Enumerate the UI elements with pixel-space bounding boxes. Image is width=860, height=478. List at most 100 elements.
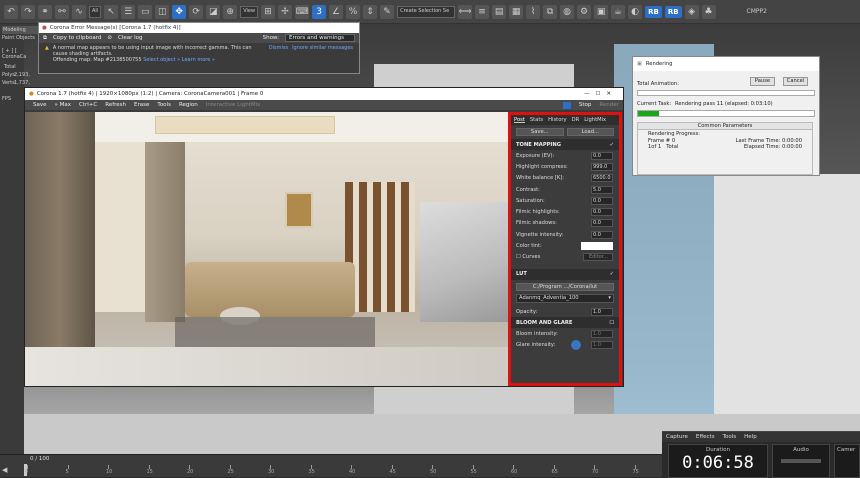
align-icon[interactable]: ≡ [475,4,490,19]
tab-dr[interactable]: DR [572,117,580,123]
learn-more-link[interactable]: Learn more » [182,57,215,63]
show-filter-select[interactable]: Errors and warnings [285,34,355,42]
timeline-left-arrow-icon[interactable]: ◀ [2,466,7,474]
tab-paint-objects[interactable]: Paint Objects [2,35,42,41]
rotate-icon[interactable]: ⟳ [189,4,204,19]
vfb-max-button[interactable]: » Max [55,102,71,108]
bloom-intensity-input[interactable]: 1.0 [591,329,613,338]
tab-lightmix[interactable]: LightMix [584,117,606,123]
render-frame-icon[interactable]: ▣ [594,4,609,19]
unlink-icon[interactable]: ⚯ [55,4,69,19]
vignette-input[interactable]: 0.0 [591,230,613,239]
render-production-icon[interactable]: ◐ [628,4,643,19]
keyboard-shortcut-icon[interactable]: ⌨ [295,4,310,19]
vfb-interactive-lightmix[interactable]: Interactive LightMix [206,102,261,108]
angle-snap-icon[interactable]: ∠ [329,4,344,19]
vfb-tools-button[interactable]: Tools [157,102,171,108]
tab-history[interactable]: History [548,117,566,123]
render-setup-icon[interactable]: ⚙ [577,4,592,19]
select-name-icon[interactable]: ☰ [121,4,136,19]
menu-tools[interactable]: Tools [723,434,737,440]
place-icon[interactable]: ⊕ [223,4,238,19]
link-icon[interactable]: ⚭ [38,4,52,19]
named-selection-select[interactable]: Create Selection Se [397,5,456,18]
filmic-highlights-input[interactable]: 0.0 [591,208,613,217]
lut-file-select[interactable]: Adanmq_Adventia_100 [519,295,579,302]
material-editor-icon[interactable]: ◍ [560,4,575,19]
color-tint-swatch[interactable] [581,242,613,251]
tone-mapping-checkbox-icon[interactable]: ✓ [610,142,614,148]
percent-snap-icon[interactable]: % [346,4,361,19]
clear-log-button[interactable]: Clear log [118,35,143,41]
layers-icon[interactable]: ▤ [492,4,507,19]
exposure-input[interactable]: 0.0 [591,151,613,160]
manipulate-icon[interactable]: ✢ [278,4,293,19]
curves-editor-button[interactable]: Editor... [583,253,613,262]
tab-modeling[interactable]: Modeling [2,26,42,34]
opacity-input[interactable]: 1.0 [591,307,613,316]
white-balance-input[interactable]: 6500.0 [591,174,613,183]
close-icon[interactable]: ✕ [606,91,617,97]
snap-3d-icon[interactable]: 3 [312,4,327,19]
move-icon[interactable]: ✥ [172,4,187,19]
maximize-icon[interactable]: ☐ [595,91,606,97]
render-icon[interactable]: ☕ [611,4,626,19]
lut-path-button[interactable]: C:/Program .../Corona/lut [516,282,614,291]
vfb-region-button[interactable]: Region [179,102,198,108]
ignore-similar-link[interactable]: Ignore similar messages [292,45,353,63]
vfb-erase-button[interactable]: Erase [134,102,149,108]
timeline[interactable]: 0 / 100 ◀ 0 5 10 15 20 25 30 35 40 45 50 55 60 65 70 75 [0,454,662,477]
spinner-snap-icon[interactable]: ⇕ [363,4,378,19]
mirror-icon[interactable]: ⟺ [458,4,473,19]
contrast-input[interactable]: 5.0 [591,185,613,194]
tab-stats[interactable]: Stats [530,117,543,123]
schematic-icon[interactable]: ⧉ [543,4,558,19]
menu-effects[interactable]: Effects [696,434,715,440]
selection-filter-select[interactable]: All [89,5,102,18]
highlight-compress-input[interactable]: 999.0 [591,162,613,171]
edit-named-sets-icon[interactable]: ✎ [380,4,395,19]
vfb-stop-button[interactable]: Stop [579,102,592,108]
chevron-down-icon[interactable]: ▾ [608,295,611,302]
glare-intensity-input[interactable]: 1.0 [591,341,613,350]
vfb-render-button[interactable]: Render [599,102,623,108]
copy-clipboard-button[interactable]: Copy to clipboard [53,35,101,41]
bind-icon[interactable]: ∿ [72,4,86,19]
select-object-link[interactable]: Select object » [143,57,180,63]
pause-button[interactable]: Pause [750,77,775,86]
plugin-icon[interactable]: ◈ [684,4,699,19]
render-image[interactable] [25,112,509,386]
vfb-ctrlc-button[interactable]: Ctrl+C [79,102,97,108]
dismiss-link[interactable]: Dismiss [269,45,288,63]
minimize-icon[interactable]: — [584,91,596,97]
post-save-button[interactable]: Save... [516,128,564,136]
bloom-checkbox-icon[interactable]: ☐ [609,320,614,326]
reference-coord-select[interactable]: View [240,5,259,18]
saturation-input[interactable]: 0.0 [591,196,613,205]
rendering-titlebar[interactable]: ▣ Rendering [633,57,819,71]
vfb-titlebar[interactable]: ● Corona 1.7 (hotfix 4) | 1920×1080px (1… [25,88,623,100]
tab-post[interactable]: Post [514,117,525,123]
undo-icon[interactable]: ↶ [4,4,18,19]
error-window-titlebar[interactable]: ● Corona Error Message(s) [Corona 1.7 (h… [39,23,359,33]
railclone-button-2[interactable]: RB [664,5,682,18]
scene-explorer-icon[interactable]: ▦ [509,4,524,19]
vfb-refresh-button[interactable]: Refresh [105,102,126,108]
viewport-label[interactable]: [ + ] [ CoronaCa [2,48,42,60]
rect-select-icon[interactable]: ▭ [138,4,153,19]
post-load-button[interactable]: Load... [566,128,614,136]
cancel-button[interactable]: Cancel [783,77,808,86]
lut-section[interactable]: LUT ✓ [511,268,619,280]
bloom-glare-section[interactable]: BLOOM AND GLARE ☐ [511,317,619,329]
redo-icon[interactable]: ↷ [21,4,35,19]
pivot-icon[interactable]: ⊞ [261,4,276,19]
forest-icon[interactable]: ♣ [701,4,716,19]
curves-checkbox-icon[interactable]: ☐ [516,254,521,260]
railclone-button-1[interactable]: RB [645,5,662,18]
menu-capture[interactable]: Capture [666,434,688,440]
filmic-shadows-input[interactable]: 0.0 [591,219,613,228]
select-icon[interactable]: ↖ [104,4,119,19]
scale-icon[interactable]: ◪ [206,4,221,19]
audio-level-slider[interactable] [781,459,821,463]
menu-help[interactable]: Help [744,434,757,440]
